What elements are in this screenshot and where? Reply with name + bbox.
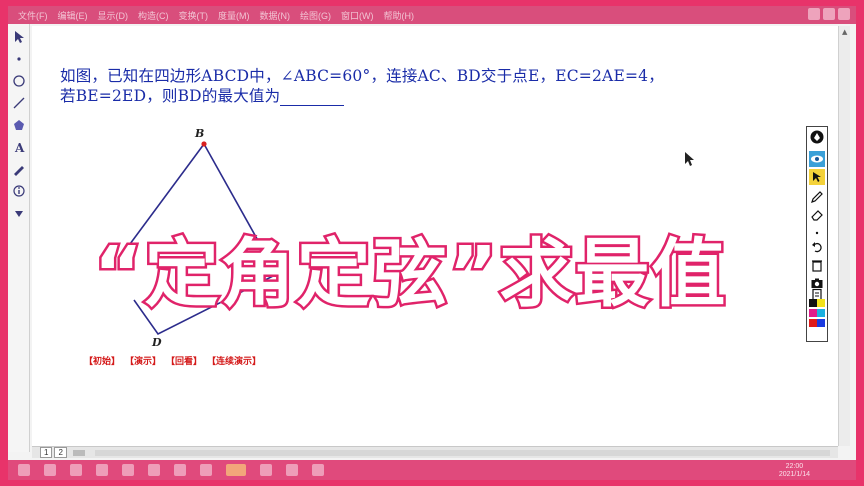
custom-tool-icon[interactable] xyxy=(10,204,28,222)
continuous-animate-button[interactable]: 【连续演示】 xyxy=(207,354,261,367)
polygon-icon[interactable] xyxy=(10,116,28,134)
eraser-icon[interactable] xyxy=(809,207,825,223)
eye-icon[interactable] xyxy=(809,151,825,167)
circle-icon[interactable] xyxy=(10,72,28,90)
video-overlay-title: “定角定弦”求最值 xyxy=(91,229,728,320)
app-icon-6[interactable] xyxy=(312,464,324,476)
animate-button[interactable]: 【演示】 xyxy=(125,354,161,367)
menu-file[interactable]: 文件(F) xyxy=(14,9,52,22)
maximize-button[interactable] xyxy=(823,8,835,20)
page-tab-1[interactable]: 1 xyxy=(40,447,53,458)
menu-display[interactable]: 显示(D) xyxy=(94,9,133,22)
vertical-scrollbar[interactable]: ▲ xyxy=(838,26,850,446)
clock-time: 22:00 xyxy=(785,463,804,470)
app-window: 文件(F) 编辑(E) 显示(D) 构造(C) 变换(T) 度量(M) 数据(N… xyxy=(8,6,856,480)
app-icon-4[interactable] xyxy=(260,464,272,476)
point-b[interactable] xyxy=(201,141,207,147)
trash-icon[interactable] xyxy=(809,257,825,273)
sketch-canvas[interactable]: 如图，已知在四边形ABCD中，∠ABC=60°，连接AC、BD交于点E，EC=2… xyxy=(32,26,838,446)
undo-icon[interactable] xyxy=(809,239,825,255)
window-controls xyxy=(808,8,850,20)
segment-icon[interactable] xyxy=(10,94,28,112)
menu-help[interactable]: 帮助(H) xyxy=(380,9,419,22)
app-icon-1[interactable] xyxy=(148,464,160,476)
horizontal-scrollbar[interactable] xyxy=(94,449,830,456)
task-view-icon[interactable] xyxy=(70,464,82,476)
pointer-icon[interactable] xyxy=(809,169,825,185)
menu-construct[interactable]: 构造(C) xyxy=(134,9,173,22)
color-cyan[interactable] xyxy=(817,309,825,317)
menu-measure[interactable]: 度量(M) xyxy=(214,9,254,22)
menu-graph[interactable]: 绘图(G) xyxy=(296,9,335,22)
info-icon[interactable] xyxy=(10,182,28,200)
left-toolbar: A xyxy=(8,24,30,452)
reset-button[interactable]: 【初始】 xyxy=(84,354,120,367)
menu-transform[interactable]: 变换(T) xyxy=(175,9,213,22)
close-button[interactable] xyxy=(838,8,850,20)
text-icon[interactable]: A xyxy=(10,138,28,156)
animation-controls: 【初始】 【演示】 【回看】 【连续演示】 xyxy=(84,354,261,367)
scroll-up-icon[interactable]: ▲ xyxy=(842,28,847,36)
search-icon[interactable] xyxy=(44,464,56,476)
page-tabs: 1 2 xyxy=(32,446,838,458)
page-tab-2[interactable]: 2 xyxy=(54,447,67,458)
start-icon[interactable] xyxy=(18,464,30,476)
clock-date: 2021/1/14 xyxy=(778,471,810,478)
color-yellow[interactable] xyxy=(817,299,825,307)
svg-text:A: A xyxy=(14,141,25,154)
color-palette-icon[interactable] xyxy=(809,299,825,329)
menu-window[interactable]: 窗口(W) xyxy=(337,9,378,22)
tab-scroll-handle[interactable] xyxy=(72,449,85,456)
label-b: B xyxy=(194,127,204,140)
app-icon-2[interactable] xyxy=(174,464,186,476)
pen-tip-icon[interactable] xyxy=(809,129,825,145)
menu-edit[interactable]: 编辑(E) xyxy=(54,9,92,22)
taskbar: 22:00 2021/1/14 xyxy=(8,460,856,480)
color-magenta[interactable] xyxy=(809,309,817,317)
color-black[interactable] xyxy=(809,299,817,307)
pencil-icon[interactable] xyxy=(809,189,825,205)
app-icon-3[interactable] xyxy=(200,464,212,476)
color-blue[interactable] xyxy=(817,319,825,327)
menu-data[interactable]: 数据(N) xyxy=(256,9,295,22)
mouse-cursor-icon xyxy=(685,152,694,166)
right-floating-toolbar xyxy=(806,126,828,342)
system-clock[interactable]: 22:00 2021/1/14 xyxy=(779,463,810,479)
arrow-select-icon[interactable] xyxy=(10,28,28,46)
menu-bar: 文件(F) 编辑(E) 显示(D) 构造(C) 变换(T) 度量(M) 数据(N… xyxy=(8,6,856,24)
marker-icon[interactable] xyxy=(10,160,28,178)
minimize-button[interactable] xyxy=(808,8,820,20)
folder-icon[interactable] xyxy=(122,464,134,476)
point-icon[interactable] xyxy=(10,50,28,68)
label-d: D xyxy=(151,336,162,349)
app-icon-5[interactable] xyxy=(286,464,298,476)
review-button[interactable]: 【回看】 xyxy=(166,354,202,367)
color-red[interactable] xyxy=(809,319,817,327)
geometry-app-icon[interactable] xyxy=(226,464,246,476)
browser-icon[interactable] xyxy=(96,464,108,476)
